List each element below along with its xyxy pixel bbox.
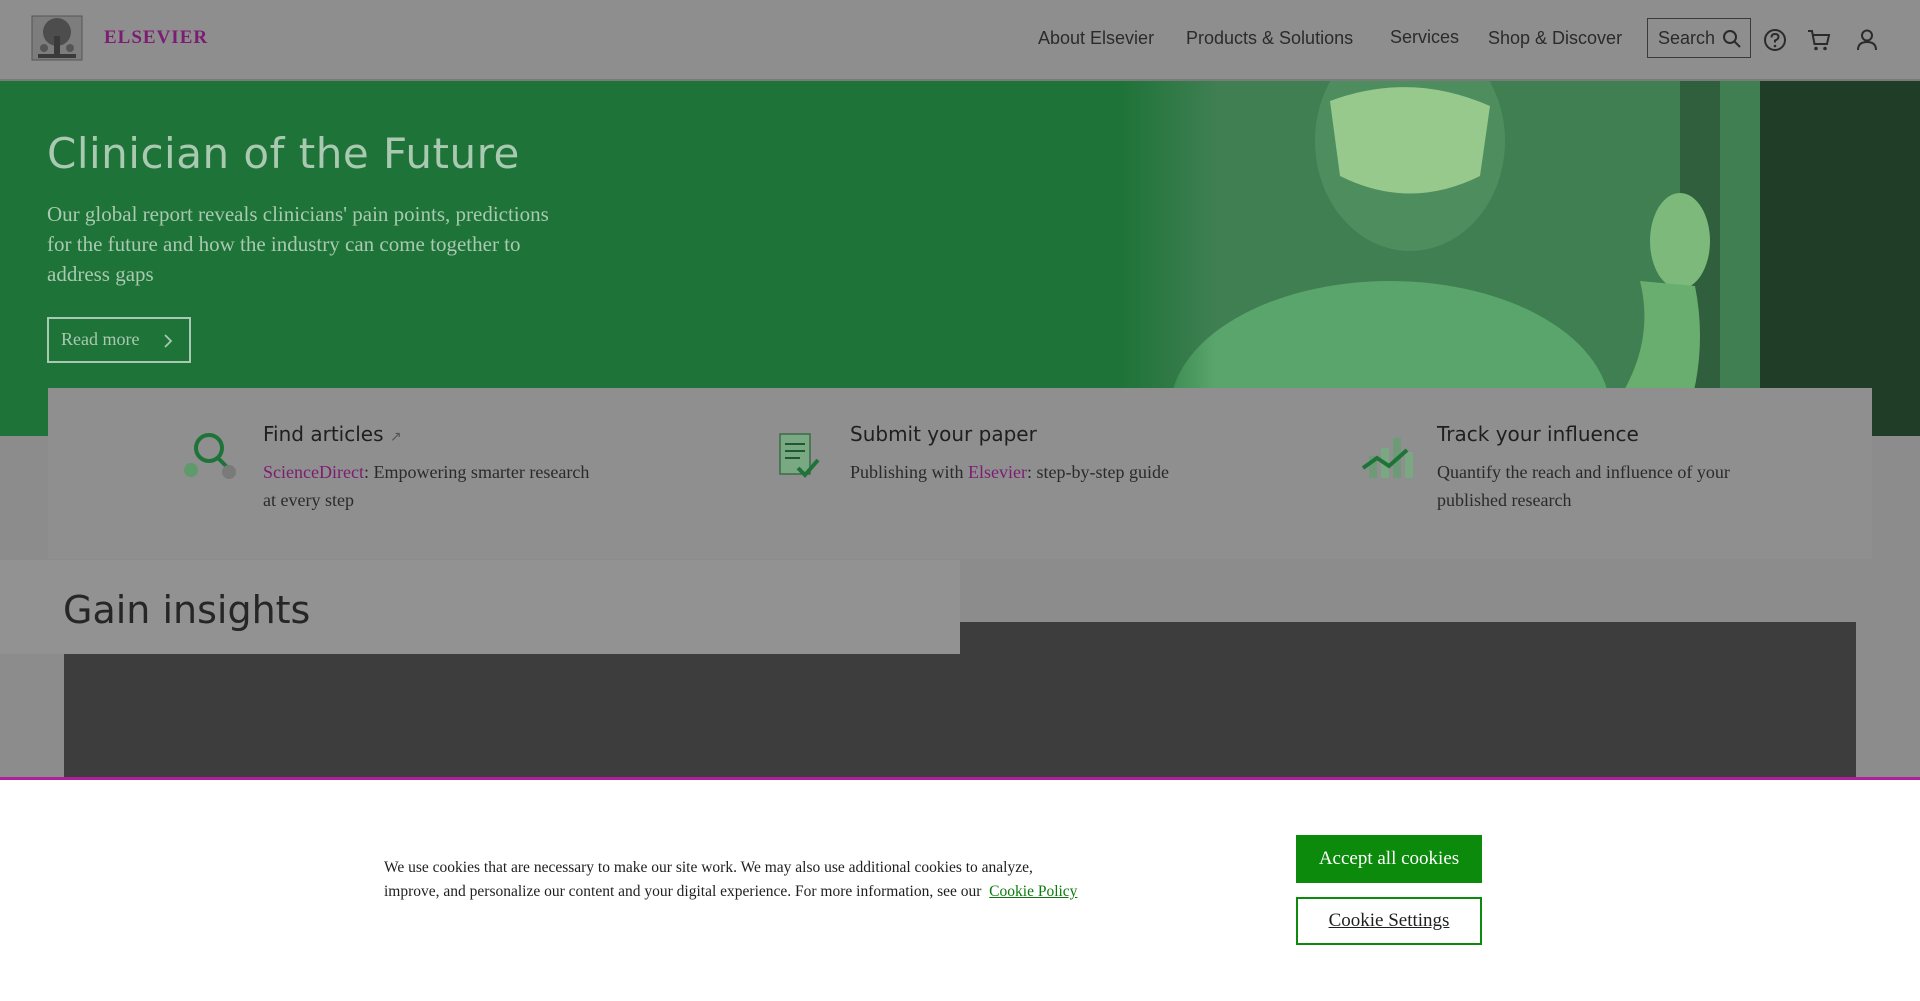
help-icon[interactable] <box>1762 27 1788 53</box>
brand-name[interactable]: ELSEVIER <box>104 27 208 49</box>
find-articles-link[interactable]: Find articles ↗ <box>263 422 402 446</box>
external-link-icon: ↗ <box>389 429 402 445</box>
site-header: ELSEVIER About Elsevier Products & Solut… <box>0 0 1920 81</box>
hero-title: Clinician of the Future <box>47 129 520 178</box>
nav-shop-discover[interactable]: Shop & Discover <box>1488 28 1622 49</box>
submit-paper-desc-tail: : step-by-step guide <box>1027 462 1169 482</box>
nav-services[interactable]: Services <box>1390 27 1459 48</box>
track-influence-title[interactable]: Track your influence <box>1437 422 1639 446</box>
chevron-right-icon <box>164 334 173 348</box>
nav-about-elsevier[interactable]: About Elsevier <box>1038 28 1154 49</box>
cookie-banner: We use cookies that are necessary to mak… <box>0 777 1920 1001</box>
cookie-message-text: We use cookies that are necessary to mak… <box>384 859 1033 900</box>
insight-card-left[interactable] <box>64 654 960 778</box>
find-articles-title: Find articles <box>263 422 384 446</box>
find-articles-desc: ScienceDirect: Empowering smarter resear… <box>263 458 593 514</box>
insights-title: Gain insights <box>63 588 311 632</box>
track-influence-desc: Quantify the reach and influence of your… <box>1437 462 1730 510</box>
cart-icon[interactable] <box>1806 27 1832 53</box>
elsevier-tree-logo[interactable] <box>30 14 84 62</box>
search-label: Search <box>1658 28 1716 48</box>
cookie-policy-link[interactable]: Cookie Policy <box>989 883 1077 900</box>
submit-paper-icon <box>779 433 820 478</box>
account-icon[interactable] <box>1854 27 1880 53</box>
elsevier-link[interactable]: Elsevier <box>968 462 1027 482</box>
submit-paper-title[interactable]: Submit your paper <box>850 422 1037 446</box>
hero-banner: Clinician of the Future Our global repor… <box>0 81 1920 436</box>
track-influence-icon <box>1361 438 1413 478</box>
submit-paper-desc: Publishing with Elsevier: step-by-step g… <box>850 458 1180 486</box>
cookie-message: We use cookies that are necessary to mak… <box>384 856 1084 904</box>
sciencedirect-link[interactable]: ScienceDirect <box>263 462 364 482</box>
accept-all-cookies-button[interactable]: Accept all cookies <box>1296 835 1482 883</box>
search-icon <box>1723 30 1741 48</box>
read-more-label: Read more <box>61 329 140 349</box>
cookie-settings-button[interactable]: Cookie Settings <box>1296 897 1482 945</box>
insight-card-right[interactable] <box>960 622 1856 778</box>
submit-paper-desc-text: Publishing with <box>850 462 969 482</box>
read-more-button[interactable]: Read more <box>47 317 191 363</box>
hero-subtitle: Our global report reveals clinicians' pa… <box>47 202 549 286</box>
nav-products-solutions[interactable]: Products & Solutions <box>1186 28 1353 49</box>
search-articles-icon <box>184 433 236 479</box>
search-button[interactable]: Search <box>1647 18 1751 58</box>
hero-clinician-image <box>1120 81 1920 436</box>
quick-links-panel: Find articles ↗ ScienceDirect: Empowerin… <box>48 388 1872 559</box>
